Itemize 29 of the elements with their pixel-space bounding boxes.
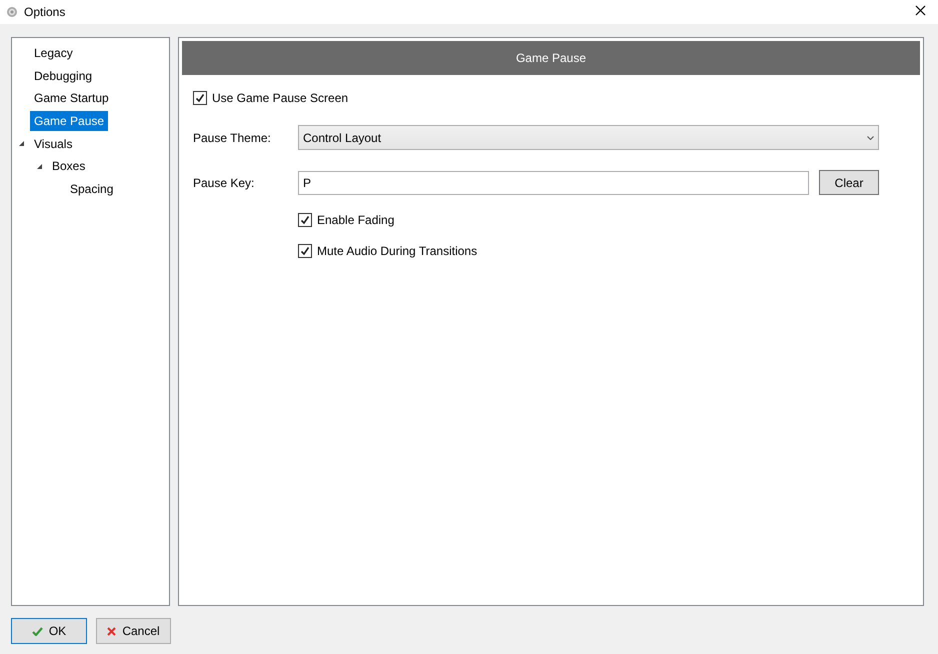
field-label: Pause Theme: bbox=[193, 130, 272, 144]
tree-item[interactable]: Visuals bbox=[30, 134, 76, 154]
field-label: Pause Key: bbox=[193, 176, 256, 190]
checkbox-label[interactable]: Enable Fading bbox=[317, 213, 394, 227]
close-icon bbox=[107, 626, 116, 636]
checkbox[interactable] bbox=[298, 244, 312, 258]
checkbox[interactable] bbox=[193, 91, 207, 105]
tree-item[interactable]: Game Startup bbox=[30, 88, 113, 108]
clear-button[interactable]: Clear bbox=[819, 170, 879, 195]
section-header: Game Pause bbox=[182, 41, 920, 75]
close-icon bbox=[915, 5, 926, 16]
expanded-icon[interactable] bbox=[18, 140, 24, 148]
tree-item[interactable]: Debugging bbox=[30, 66, 96, 86]
checkbox-label[interactable]: Use Game Pause Screen bbox=[212, 91, 348, 105]
tree-item[interactable]: Game Pause bbox=[30, 111, 108, 132]
expanded-icon[interactable] bbox=[36, 162, 42, 170]
tree-item[interactable]: Boxes bbox=[48, 156, 90, 176]
gear-icon bbox=[6, 6, 18, 18]
key-input-field[interactable]: P bbox=[298, 170, 809, 194]
ok-button[interactable]: OK bbox=[11, 618, 87, 644]
tree-item[interactable]: Legacy bbox=[30, 43, 77, 64]
checkbox[interactable] bbox=[298, 213, 312, 227]
chevron-down-icon bbox=[867, 136, 874, 140]
checkbox-label[interactable]: Mute Audio During Transitions bbox=[317, 244, 478, 258]
window-title: Options bbox=[24, 5, 66, 19]
check-icon bbox=[32, 626, 43, 636]
cancel-button[interactable]: Cancel bbox=[96, 618, 171, 644]
theme-dropdown[interactable]: Control Layout bbox=[298, 125, 879, 150]
tree-item[interactable]: Spacing bbox=[66, 178, 118, 199]
